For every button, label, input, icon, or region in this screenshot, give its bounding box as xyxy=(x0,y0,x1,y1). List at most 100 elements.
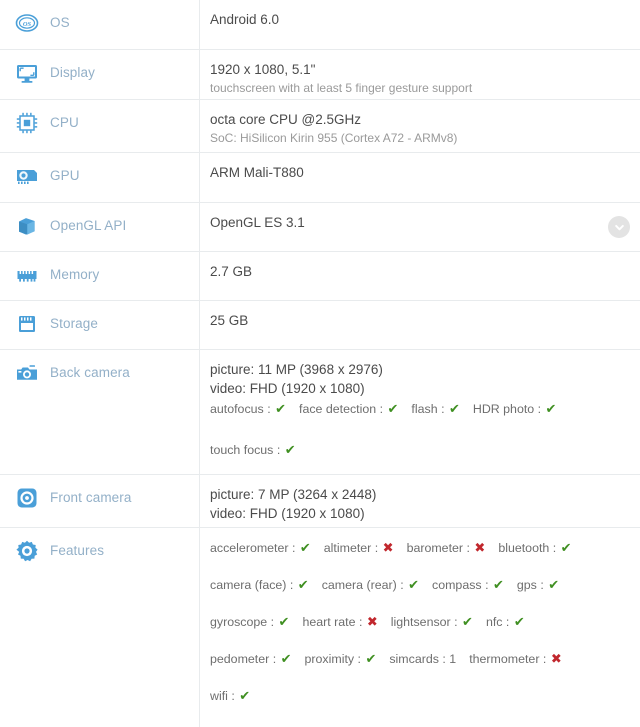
spec-row-back-camera: Back camera picture: 11 MP (3968 x 2976)… xyxy=(0,350,640,475)
check-icon: ✔ xyxy=(548,577,560,592)
spec-row-storage: Storage 25 GB xyxy=(0,301,640,350)
back-camera-video: video: FHD (1920 x 1080) xyxy=(210,381,365,396)
spec-row-os: OS OS Android 6.0 xyxy=(0,0,640,50)
label-cell-os: OS OS xyxy=(0,0,200,49)
feature-camera-face: camera (face) : ✔ xyxy=(210,577,309,592)
value-cell-opengl: OpenGL ES 3.1 xyxy=(200,203,640,251)
check-icon: ✔ xyxy=(280,651,292,666)
check-icon: ✔ xyxy=(297,577,309,592)
check-icon: ✔ xyxy=(560,540,572,555)
spec-row-cpu: CPU octa core CPU @2.5GHz SoC: HiSilicon… xyxy=(0,100,640,153)
cpu-chip-icon xyxy=(12,110,42,136)
opengl-cube-icon xyxy=(12,213,42,239)
feature-heart-rate: heart rate : ✖ xyxy=(302,614,378,629)
check-icon: ✔ xyxy=(275,401,286,416)
front-camera-icon xyxy=(12,485,42,511)
label-cell-cpu: CPU xyxy=(0,100,200,152)
check-icon: ✔ xyxy=(299,540,311,555)
display-monitor-icon xyxy=(12,60,42,86)
features-line-1: accelerometer : ✔ altimeter : ✖ barometer … xyxy=(210,538,628,558)
display-touch-note: touchscreen with at least 5 finger gestu… xyxy=(210,81,473,95)
svg-text:OS: OS xyxy=(23,21,32,28)
back-camera-features-line-2: touch focus : ✔ xyxy=(210,440,628,460)
check-icon: ✔ xyxy=(278,614,290,629)
check-icon: ✔ xyxy=(492,577,504,592)
check-icon: ✔ xyxy=(284,442,296,457)
label-cell-memory: Memory xyxy=(0,252,200,300)
spec-label-display: Display xyxy=(50,65,95,80)
spec-label-opengl: OpenGL API xyxy=(50,218,127,233)
back-camera-features-line-1: autofocus : ✔ face detection : ✔ flash : ✔… xyxy=(210,399,628,419)
value-cell-front-camera: picture: 7 MP (3264 x 2448) video: FHD (… xyxy=(200,475,640,527)
check-icon: ✔ xyxy=(448,401,460,416)
label-cell-gpu: GPU xyxy=(0,153,200,202)
features-line-4: pedometer : ✔ proximity : ✔ simcards : 1 th… xyxy=(210,649,628,669)
value-cell-memory: 2.7 GB xyxy=(200,252,640,300)
gpu-card-icon xyxy=(12,163,42,189)
features-line-3: gyroscope : ✔ heart rate : ✖ lightsensor :… xyxy=(210,612,628,632)
spec-label-front-camera: Front camera xyxy=(50,490,132,505)
feature-wifi: wifi : ✔ xyxy=(210,688,251,703)
spec-label-storage: Storage xyxy=(50,316,98,331)
cross-icon: ✖ xyxy=(366,614,378,629)
label-cell-storage: Storage xyxy=(0,301,200,349)
label-cell-front-camera: Front camera xyxy=(0,475,200,527)
value-cell-features: accelerometer : ✔ altimeter : ✖ barometer … xyxy=(200,528,640,727)
back-camera-icon xyxy=(12,360,42,386)
value-cell-cpu: octa core CPU @2.5GHz SoC: HiSilicon Kir… xyxy=(200,100,640,152)
back-camera-picture: picture: 11 MP (3968 x 2976) xyxy=(210,362,383,377)
spec-label-features: Features xyxy=(50,543,105,558)
check-icon: ✔ xyxy=(365,651,377,666)
feature-accelerometer: accelerometer : ✔ xyxy=(210,540,311,555)
feature-proximity: proximity : ✔ xyxy=(304,651,377,666)
check-icon: ✔ xyxy=(513,614,525,629)
features-line-5: wifi : ✔ xyxy=(210,686,628,706)
feature-camera-rear: camera (rear) : ✔ xyxy=(321,577,420,592)
spec-row-gpu: GPU ARM Mali-T880 xyxy=(0,153,640,203)
display-resolution: 1920 x 1080, 5.1" xyxy=(210,62,316,77)
feature-thermometer: thermometer : ✖ xyxy=(469,651,562,666)
spec-row-front-camera: Front camera picture: 7 MP (3264 x 2448)… xyxy=(0,475,640,528)
spec-label-back-camera: Back camera xyxy=(50,365,130,380)
chevron-down-icon[interactable] xyxy=(608,216,630,238)
value-cell-back-camera: picture: 11 MP (3968 x 2976) video: FHD … xyxy=(200,350,640,474)
gpu-value: ARM Mali-T880 xyxy=(210,165,304,180)
check-icon: ✔ xyxy=(408,577,420,592)
label-cell-display: Display xyxy=(0,50,200,99)
check-icon: ✔ xyxy=(387,401,399,416)
check-icon: ✔ xyxy=(545,401,557,416)
cross-icon: ✖ xyxy=(550,651,562,666)
cpu-soc: SoC: HiSilicon Kirin 955 (Cortex A72 - A… xyxy=(210,131,458,145)
spec-row-display: Display 1920 x 1080, 5.1" touchscreen wi… xyxy=(0,50,640,100)
spec-label-os: OS xyxy=(50,15,70,30)
device-spec-table: OS OS Android 6.0 Display 1920 x 1080, 5… xyxy=(0,0,640,727)
cross-icon: ✖ xyxy=(382,540,394,555)
check-icon: ✔ xyxy=(239,688,251,703)
opengl-value: OpenGL ES 3.1 xyxy=(210,215,305,230)
feature-flash: flash : ✔ xyxy=(411,401,460,416)
storage-card-icon xyxy=(12,311,42,337)
spec-row-memory: Memory 2.7 GB xyxy=(0,252,640,301)
cross-icon: ✖ xyxy=(474,540,486,555)
value-cell-os: Android 6.0 xyxy=(200,0,640,49)
feature-altimeter: altimeter : ✖ xyxy=(323,540,394,555)
feature-hdr-photo: HDR photo : ✔ xyxy=(472,401,557,416)
front-camera-video: video: FHD (1920 x 1080) xyxy=(210,506,365,521)
value-cell-display: 1920 x 1080, 5.1" touchscreen with at le… xyxy=(200,50,640,99)
spec-row-opengl: OpenGL API OpenGL ES 3.1 xyxy=(0,203,640,252)
value-cell-storage: 25 GB xyxy=(200,301,640,349)
feature-nfc: nfc : ✔ xyxy=(485,614,525,629)
spec-row-features: Features accelerometer : ✔ altimeter : ✖ b… xyxy=(0,528,640,727)
spec-label-memory: Memory xyxy=(50,267,100,282)
feature-barometer: barometer : ✖ xyxy=(406,540,486,555)
features-line-2: camera (face) : ✔ camera (rear) : ✔ compas… xyxy=(210,575,628,595)
spec-label-gpu: GPU xyxy=(50,168,80,183)
feature-compass: compass : ✔ xyxy=(432,577,504,592)
storage-value: 25 GB xyxy=(210,313,249,328)
feature-touch-focus: touch focus : ✔ xyxy=(210,442,296,457)
label-cell-features: Features xyxy=(0,528,200,727)
spec-label-cpu: CPU xyxy=(50,115,79,130)
os-value: Android 6.0 xyxy=(210,12,280,27)
memory-value: 2.7 GB xyxy=(210,264,253,279)
feature-autofocus: autofocus : ✔ xyxy=(210,401,286,416)
